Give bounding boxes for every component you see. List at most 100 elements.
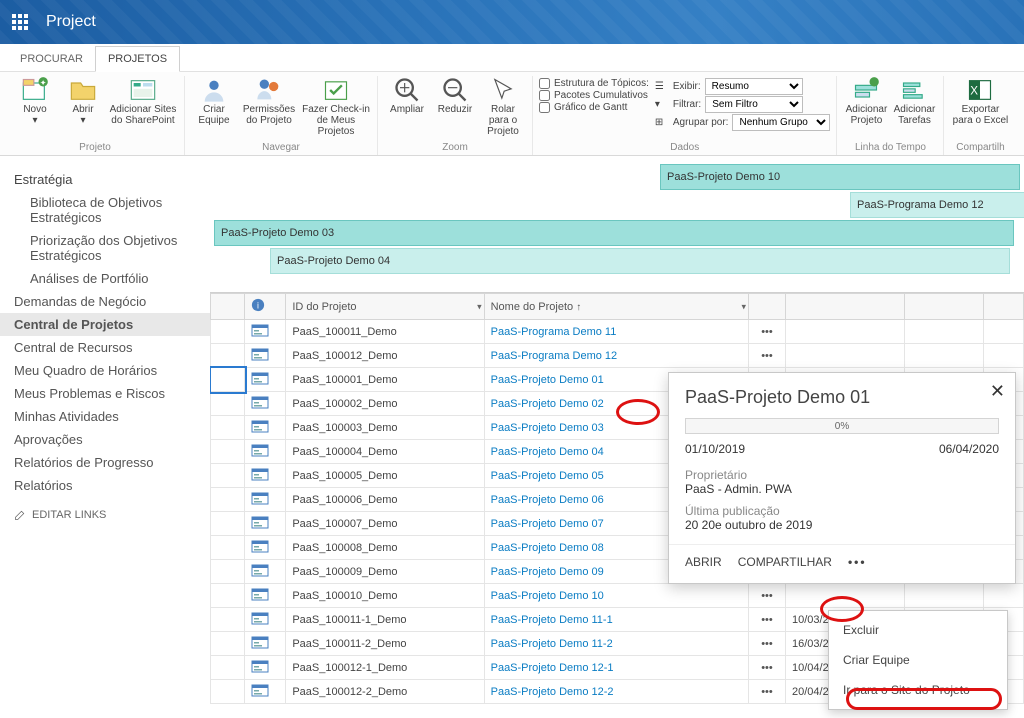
flyout-more-button[interactable]: ••• — [848, 555, 867, 569]
row-name-link[interactable]: PaaS-Projeto Demo 11-1 — [484, 608, 748, 632]
project-icon — [251, 323, 269, 337]
row-name-link[interactable]: PaaS-Projeto Demo 10 — [484, 584, 748, 608]
row-select-cell[interactable] — [211, 536, 245, 560]
svg-text:i: i — [257, 301, 259, 311]
zoom-out-icon — [441, 78, 469, 102]
menu-delete[interactable]: Excluir — [829, 615, 1007, 645]
table-row[interactable]: PaaS_100010_DemoPaaS-Projeto Demo 10••• — [211, 584, 1024, 608]
col-date1[interactable] — [785, 294, 904, 320]
row-more-button[interactable]: ••• — [748, 656, 785, 680]
row-select-cell[interactable] — [211, 464, 245, 488]
row-name-link[interactable]: PaaS-Programa Demo 12 — [484, 344, 748, 368]
row-more-button[interactable]: ••• — [748, 320, 785, 344]
gantt-bar[interactable]: PaaS-Programa Demo 12 — [850, 192, 1024, 218]
gantt-bar[interactable]: PaaS-Projeto Demo 10 — [660, 164, 1020, 190]
row-more-button[interactable]: ••• — [748, 344, 785, 368]
nav-activities[interactable]: Minhas Atividades — [0, 405, 210, 428]
export-excel-button[interactable]: X Exportar para o Excel — [950, 76, 1010, 140]
outline-checkbox[interactable] — [539, 78, 550, 89]
nav-resources-center[interactable]: Central de Recursos — [0, 336, 210, 359]
menu-go-to-site[interactable]: Ir para o Site do Projeto — [829, 675, 1007, 705]
project-icon — [251, 587, 269, 601]
project-icon — [251, 467, 269, 481]
checkin-projects-button[interactable]: Fazer Check-in de Meus Projetos — [301, 76, 371, 140]
row-select-cell[interactable] — [211, 512, 245, 536]
row-select-cell[interactable] — [211, 608, 245, 632]
row-select-cell[interactable] — [211, 680, 245, 704]
add-sharepoint-sites-button[interactable]: Adicionar Sites do SharePoint — [108, 76, 178, 140]
tab-browse[interactable]: PROCURAR — [8, 47, 95, 71]
col-project-id[interactable]: ID do Projeto▾ — [286, 294, 484, 320]
row-name-link[interactable]: PaaS-Programa Demo 11 — [484, 320, 748, 344]
gantt-bar[interactable]: PaaS-Projeto Demo 03 — [214, 220, 1014, 246]
col-indicator[interactable]: i — [245, 294, 286, 320]
tab-projects[interactable]: PROJETOS — [95, 46, 180, 72]
project-permissions-button[interactable]: Permissões do Projeto — [239, 76, 299, 140]
row-select-cell[interactable] — [211, 344, 245, 368]
row-select-cell[interactable] — [211, 320, 245, 344]
nav-portfolio-analyses[interactable]: Análises de Portfólio — [0, 267, 210, 290]
row-select-cell[interactable] — [211, 560, 245, 584]
filter-select[interactable]: Sem Filtro — [705, 96, 803, 113]
scroll-to-project-button[interactable]: Rolar para o Projeto — [480, 76, 526, 140]
cumulative-checkbox[interactable] — [539, 90, 550, 101]
row-select-cell[interactable] — [211, 656, 245, 680]
col-date2[interactable] — [904, 294, 983, 320]
row-name-link[interactable]: PaaS-Projeto Demo 11-2 — [484, 632, 748, 656]
zoom-in-button[interactable]: Ampliar — [384, 76, 430, 140]
nav-objectives-library[interactable]: Biblioteca de Objetivos Estratégicos — [0, 191, 210, 229]
row-indicator-cell — [245, 368, 286, 392]
row-more-button[interactable]: ••• — [748, 584, 785, 608]
new-project-button[interactable]: ✦ Novo▾ — [12, 76, 58, 140]
row-name-link[interactable]: PaaS-Projeto Demo 12-1 — [484, 656, 748, 680]
ribbon: ✦ Novo▾ Abrir▾ Adicionar Sites do ShareP… — [0, 72, 1024, 156]
row-more-button[interactable]: ••• — [748, 608, 785, 632]
group-select[interactable]: Nenhum Grupo — [732, 114, 830, 131]
row-select-cell[interactable] — [211, 632, 245, 656]
row-select-cell[interactable] — [211, 440, 245, 464]
nav-issues-risks[interactable]: Meus Problemas e Riscos — [0, 382, 210, 405]
col-project-name[interactable]: Nome do Projeto ↑▾ — [484, 294, 748, 320]
nav-projects-center[interactable]: Central de Projetos — [0, 313, 210, 336]
create-team-button[interactable]: Criar Equipe — [191, 76, 237, 140]
row-select-cell[interactable] — [211, 488, 245, 512]
row-select-cell[interactable] — [211, 392, 245, 416]
gantt-checkbox[interactable] — [539, 102, 550, 113]
row-select-cell[interactable] — [211, 368, 245, 392]
project-icon — [251, 395, 269, 409]
row-name-link[interactable]: PaaS-Projeto Demo 12-2 — [484, 680, 748, 704]
gantt-bar[interactable]: PaaS-Projeto Demo 04 — [270, 248, 1010, 274]
team-icon — [200, 78, 228, 102]
nav-business-demands[interactable]: Demandas de Negócio — [0, 290, 210, 313]
zoom-out-button[interactable]: Reduzir — [432, 76, 478, 140]
view-select[interactable]: Resumo — [705, 78, 803, 95]
nav-timesheet[interactable]: Meu Quadro de Horários — [0, 359, 210, 382]
project-icon — [251, 611, 269, 625]
close-icon[interactable]: ✕ — [990, 381, 1005, 402]
row-indicator-cell — [245, 488, 286, 512]
row-id-cell: PaaS_100011-2_Demo — [286, 632, 484, 656]
gantt-timeline[interactable]: PaaS-Projeto Demo 10 PaaS-Programa Demo … — [210, 156, 1024, 284]
table-row[interactable]: PaaS_100012_DemoPaaS-Programa Demo 12••• — [211, 344, 1024, 368]
flyout-open-button[interactable]: ABRIR — [685, 555, 722, 569]
row-more-button[interactable]: ••• — [748, 632, 785, 656]
col-select[interactable] — [211, 294, 245, 320]
nav-progress-reports[interactable]: Relatórios de Progresso — [0, 451, 210, 474]
row-select-cell[interactable] — [211, 584, 245, 608]
nav-reports[interactable]: Relatórios — [0, 474, 210, 497]
add-project-timeline-button[interactable]: Adicionar Projeto — [843, 76, 889, 140]
nav-approvals[interactable]: Aprovações — [0, 428, 210, 451]
add-tasks-button[interactable]: Adicionar Tarefas — [891, 76, 937, 140]
app-launcher-icon[interactable] — [12, 14, 28, 30]
flyout-share-button[interactable]: COMPARTILHAR — [738, 555, 832, 569]
row-more-button[interactable]: ••• — [748, 680, 785, 704]
nav-prioritization[interactable]: Priorização dos Objetivos Estratégicos — [0, 229, 210, 267]
open-button[interactable]: Abrir▾ — [60, 76, 106, 140]
row-date2 — [904, 320, 983, 344]
edit-links-button[interactable]: EDITAR LINKS — [0, 497, 210, 533]
col-pct[interactable] — [984, 294, 1024, 320]
nav-strategy[interactable]: Estratégia — [0, 168, 210, 191]
row-select-cell[interactable] — [211, 416, 245, 440]
table-row[interactable]: PaaS_100011_DemoPaaS-Programa Demo 11••• — [211, 320, 1024, 344]
menu-create-team[interactable]: Criar Equipe — [829, 645, 1007, 675]
